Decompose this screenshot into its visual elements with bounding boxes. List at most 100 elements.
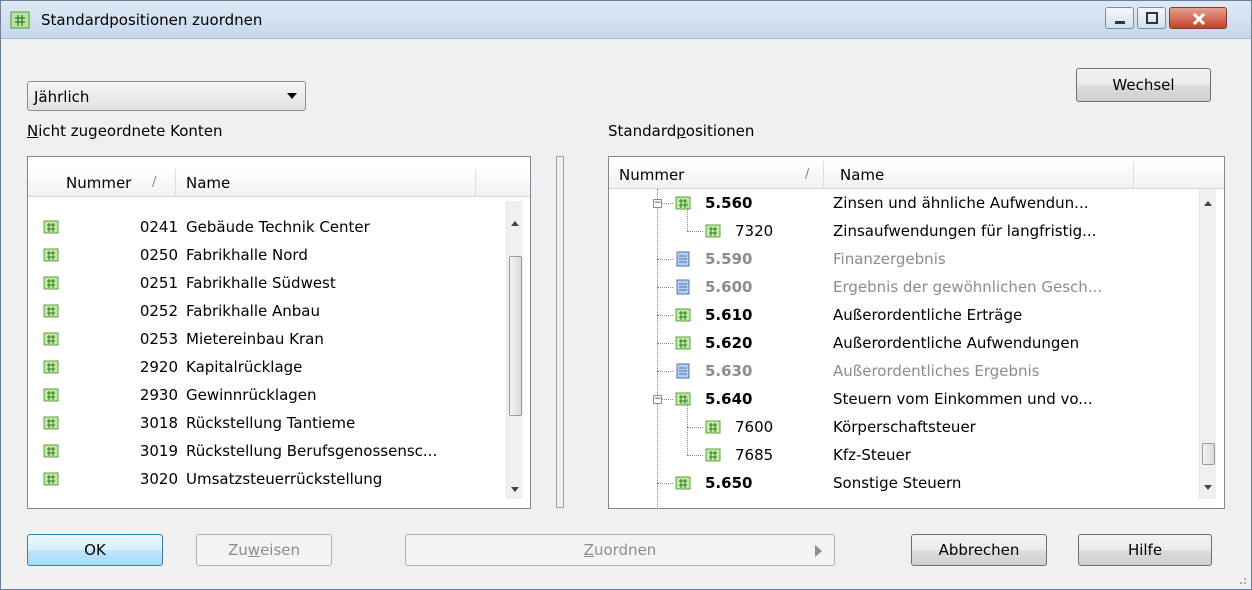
account-name: Rückstellung Tantieme: [186, 414, 356, 432]
account-grid-icon: [675, 476, 691, 490]
sort-indicator-icon: /: [805, 167, 810, 182]
hilfe-button[interactable]: Hilfe: [1078, 534, 1212, 566]
tree-item[interactable]: 7685 Kfz-Steuer: [609, 427, 1197, 469]
position-number: 5.650: [705, 474, 753, 492]
period-select[interactable]: Jährlich: [27, 81, 306, 111]
sort-indicator-icon: /: [152, 175, 157, 190]
zuordnen-button[interactable]: Zuordnen: [405, 534, 835, 566]
list-item[interactable]: 0241 Gebäude Technik Center: [28, 213, 504, 241]
account-number: 0251: [139, 274, 178, 292]
position-number: 5.620: [705, 334, 753, 352]
resize-grip-icon[interactable]: [1235, 573, 1247, 585]
tree-connector: [657, 315, 673, 316]
maximize-button[interactable]: [1137, 7, 1166, 29]
position-name: Außerordentliches Ergebnis: [833, 362, 1040, 380]
account-number: 2920: [139, 358, 178, 376]
tree-item[interactable]: 5.630 Außerordentliches Ergebnis: [609, 357, 1197, 385]
tree-item[interactable]: 5.600 Ergebnis der gewöhnlichen Gesch...: [609, 273, 1197, 301]
position-name: Sonstige Steuern: [833, 474, 962, 492]
list-item[interactable]: 0253 Mietereinbau Kran: [28, 325, 504, 353]
list-item[interactable]: 3019 Rückstellung Berufsgenossensc...: [28, 437, 504, 465]
ok-button[interactable]: OK: [27, 534, 163, 566]
tree-item[interactable]: 7320 Zinsaufwendungen für langfristig...: [609, 203, 1197, 245]
account-number: 3018: [139, 414, 178, 432]
column-header-name[interactable]: Name: [176, 169, 476, 197]
tree-item[interactable]: 5.650 Sonstige Steuern: [609, 469, 1197, 497]
panel-splitter[interactable]: [556, 156, 564, 508]
tree-connector: [687, 231, 703, 232]
account-grid-icon: [43, 248, 59, 262]
chevron-down-icon: [287, 93, 297, 99]
position-name: Zinsaufwendungen für langfristig...: [833, 222, 1097, 240]
account-name: Fabrikhalle Nord: [186, 246, 308, 264]
calculation-icon: [676, 363, 690, 379]
left-scrollbar[interactable]: [506, 201, 523, 499]
zuweisen-button[interactable]: Zuweisen: [196, 534, 332, 566]
wechsel-button[interactable]: Wechsel: [1076, 68, 1211, 102]
tree-connector: [687, 427, 703, 428]
account-grid-icon: [43, 360, 59, 374]
tree-connector: [687, 399, 688, 427]
tree-item[interactable]: 7600 Körperschaftsteuer: [609, 399, 1197, 441]
position-number: 5.600: [705, 278, 753, 296]
chevron-right-icon: [815, 545, 822, 557]
abbrechen-button[interactable]: Abbrechen: [911, 534, 1047, 566]
position-number: 5.630: [705, 362, 753, 380]
account-number: 0241: [139, 218, 178, 236]
account-name: Kapitalrücklage: [186, 358, 303, 376]
position-name: Körperschaftsteuer: [833, 418, 976, 436]
tree-connector: [657, 287, 673, 288]
right-list-title: Standardpositionen: [608, 122, 755, 140]
position-name: Außerordentliche Aufwendungen: [833, 334, 1080, 352]
list-item[interactable]: 3018 Rückstellung Tantieme: [28, 409, 504, 437]
column-header-nummer[interactable]: Nummer /: [28, 169, 176, 197]
period-select-value: Jährlich: [34, 88, 90, 106]
position-name: Außerordentliche Erträge: [833, 306, 1023, 324]
account-name: Fabrikhalle Anbau: [186, 302, 321, 320]
scroll-down-icon[interactable]: [511, 487, 519, 492]
account-name: Fabrikhalle Südwest: [186, 274, 336, 292]
unassigned-accounts-list[interactable]: Nummer / Name 0241 Gebäude Technik Center…: [27, 156, 531, 509]
tree-item[interactable]: − 5.640 Steuern vom Einkommen und vo...: [609, 385, 1197, 413]
account-grid-icon: [675, 336, 691, 350]
tree-connector: [687, 203, 688, 231]
scroll-thumb[interactable]: [509, 256, 522, 416]
close-icon: [1192, 12, 1206, 26]
position-number: 7600: [735, 418, 774, 436]
account-grid-icon: [705, 420, 721, 434]
account-grid-icon: [43, 444, 59, 458]
list-item[interactable]: 2920 Kapitalrücklage: [28, 353, 504, 381]
list-item[interactable]: 0250 Fabrikhalle Nord: [28, 241, 504, 269]
tree-item[interactable]: 5.620 Außerordentliche Aufwendungen: [609, 329, 1197, 357]
scroll-down-icon[interactable]: [1204, 485, 1212, 490]
account-grid-icon: [43, 388, 59, 402]
collapse-icon[interactable]: −: [653, 199, 662, 208]
list-item[interactable]: 0251 Fabrikhalle Südwest: [28, 269, 504, 297]
tree-item[interactable]: 5.610 Außerordentliche Erträge: [609, 301, 1197, 329]
account-name: Umsatzsteuerrückstellung: [186, 470, 383, 488]
column-header-name[interactable]: Name: [824, 161, 1134, 189]
scroll-thumb[interactable]: [1202, 443, 1215, 465]
collapse-icon[interactable]: −: [653, 395, 662, 404]
account-grid-icon: [43, 332, 59, 346]
standard-positions-tree[interactable]: Nummer / Name − 5.560 Zinsen und ähnliche …: [608, 156, 1225, 509]
account-name: Mietereinbau Kran: [186, 330, 324, 348]
column-header-nummer[interactable]: Nummer /: [609, 161, 824, 189]
tree-connector: [687, 455, 703, 456]
tree-item[interactable]: − 5.560 Zinsen und ähnliche Aufwendun...: [609, 189, 1197, 217]
minimize-button[interactable]: [1105, 7, 1134, 29]
right-scrollbar[interactable]: [1199, 189, 1216, 499]
list-item[interactable]: 0252 Fabrikhalle Anbau: [28, 297, 504, 325]
close-button[interactable]: [1169, 7, 1227, 29]
account-grid-icon: [705, 448, 721, 462]
list-item[interactable]: 3020 Umsatzsteuerrückstellung: [28, 465, 504, 493]
position-name: Finanzergebnis: [833, 250, 946, 268]
list-item[interactable]: 2930 Gewinnrücklagen: [28, 381, 504, 409]
tree-connector: [657, 371, 673, 372]
scroll-up-icon[interactable]: [511, 221, 519, 226]
dialog-window: Standardpositionen zuordnen Jährlich Wec…: [0, 0, 1252, 590]
scroll-up-icon[interactable]: [1204, 201, 1212, 206]
account-number: 0252: [139, 302, 178, 320]
tree-item[interactable]: 5.590 Finanzergebnis: [609, 245, 1197, 273]
position-number: 5.590: [705, 250, 753, 268]
